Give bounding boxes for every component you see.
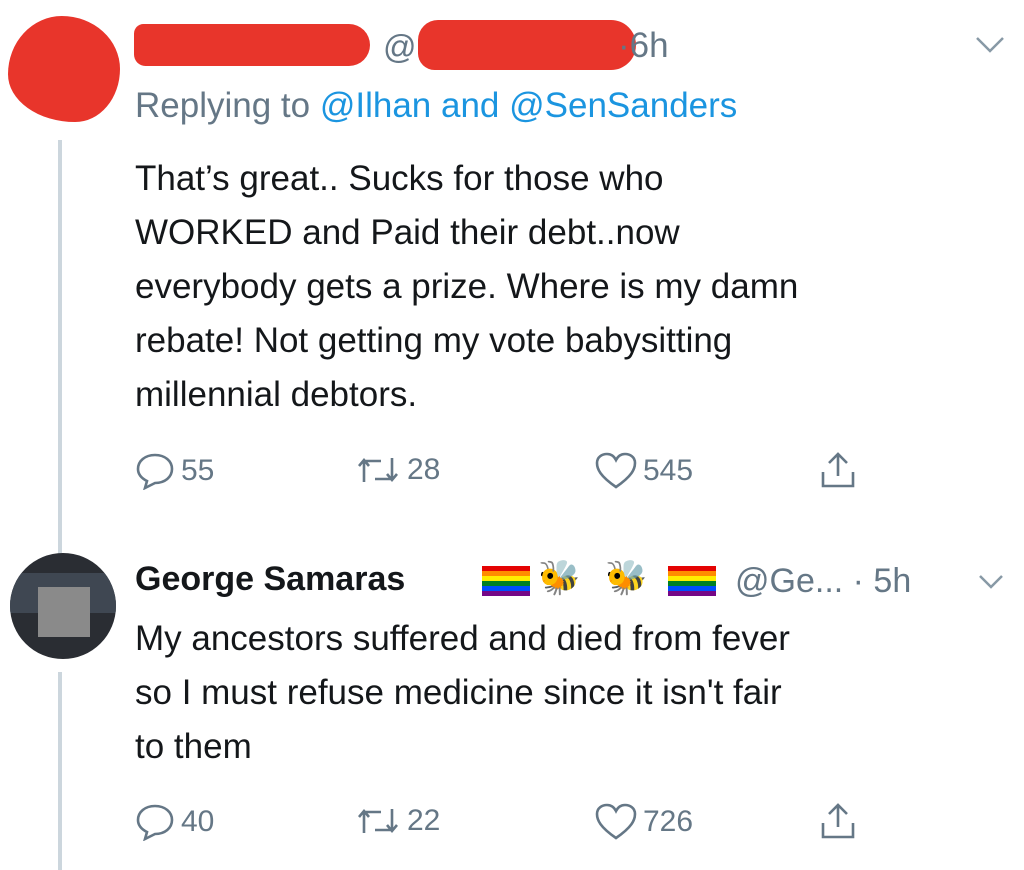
bee-icon: 🐝: [605, 559, 648, 597]
reply-icon: [135, 452, 175, 490]
redacted-handle[interactable]: [418, 20, 636, 70]
like-count: 726: [643, 805, 694, 838]
share-icon: [818, 801, 858, 841]
bee-icon: 🐝: [538, 559, 581, 597]
share-button[interactable]: [818, 801, 858, 841]
reply-count: 40: [181, 805, 215, 838]
reply-button[interactable]: 40: [135, 803, 214, 841]
retweet-button[interactable]: 22: [355, 803, 440, 839]
retweet-button[interactable]: 28: [355, 452, 440, 488]
retweet-icon: [355, 803, 401, 839]
mention-ilhan[interactable]: @Ilhan: [320, 86, 431, 125]
display-name[interactable]: George Samaras: [135, 560, 405, 599]
handle-at-symbol: @: [383, 28, 417, 65]
like-button[interactable]: 545: [595, 452, 693, 490]
avatar-blur: [38, 587, 90, 637]
redacted-display-name[interactable]: [134, 24, 370, 66]
thread-line: [58, 672, 62, 870]
retweet-icon: [355, 452, 401, 488]
tweet-text: That’s great.. Sucks for those who WORKE…: [135, 159, 799, 414]
replying-prefix: Replying to: [135, 86, 320, 125]
like-icon: [595, 452, 637, 490]
reply-count: 55: [181, 454, 215, 487]
reply-icon: [135, 803, 175, 841]
chevron-down-icon[interactable]: [978, 566, 1004, 597]
avatar[interactable]: [10, 553, 116, 659]
rainbow-flag-icon: [668, 566, 716, 596]
handle-and-timestamp[interactable]: @Ge... · 5h: [735, 562, 911, 601]
mention-and: and: [431, 86, 510, 125]
share-icon: [818, 450, 858, 490]
share-button[interactable]: [818, 450, 858, 490]
retweet-count: 22: [407, 804, 441, 837]
retweet-count: 28: [407, 453, 441, 486]
like-count: 545: [643, 454, 694, 487]
reply-button[interactable]: 55: [135, 452, 214, 490]
chevron-down-icon[interactable]: [975, 30, 1005, 61]
mention-sensanders[interactable]: @SenSanders: [509, 86, 737, 125]
redacted-avatar[interactable]: [8, 16, 120, 122]
rainbow-flag-icon: [482, 566, 530, 596]
tweet-text: My ancestors suffered and died from feve…: [135, 619, 790, 766]
like-button[interactable]: 726: [595, 803, 693, 841]
tweet-timestamp[interactable]: ·6h: [618, 26, 669, 66]
thread-line: [58, 140, 62, 555]
replying-to-line: Replying to @Ilhan and @SenSanders: [135, 86, 737, 126]
like-icon: [595, 803, 637, 841]
